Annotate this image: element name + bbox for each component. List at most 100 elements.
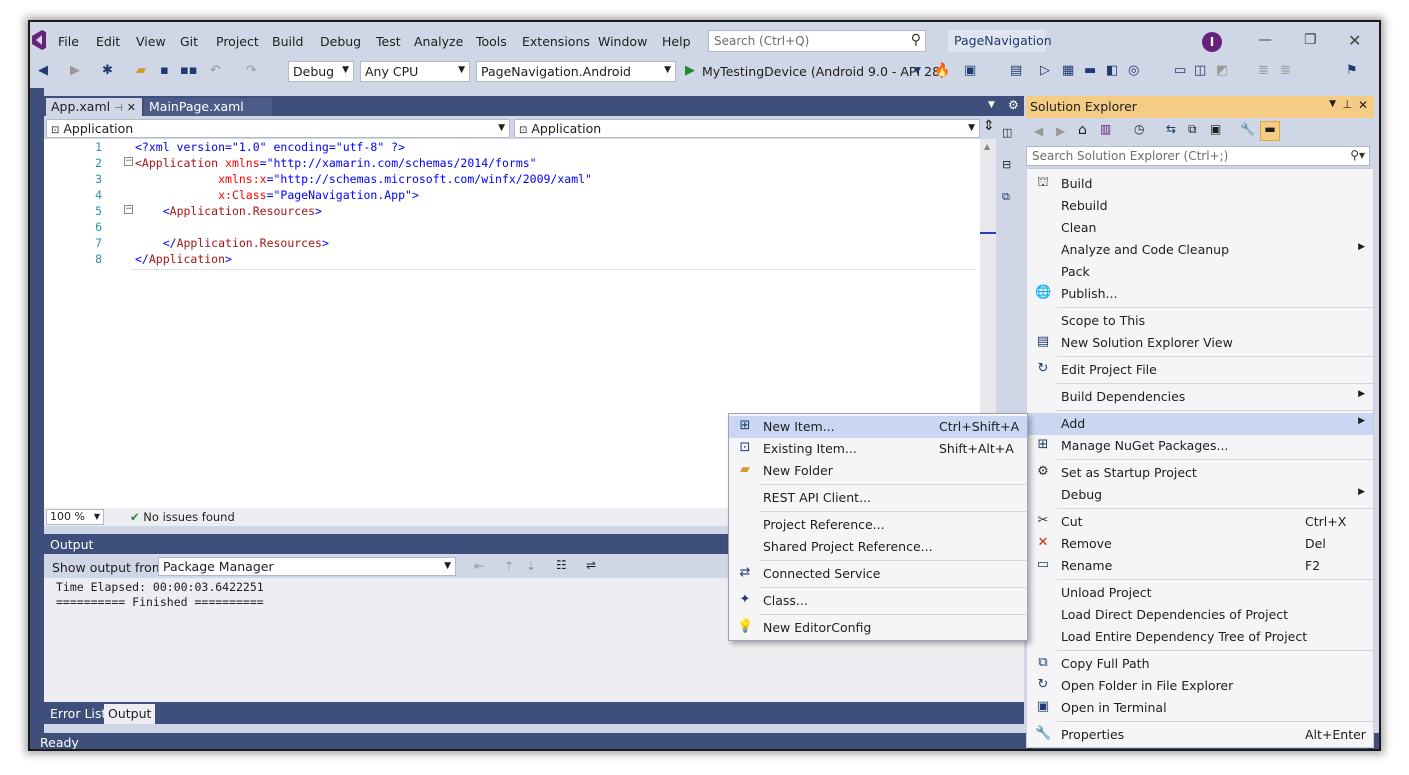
back-icon[interactable]: ◀ (1034, 124, 1043, 138)
context-menu-item-cut[interactable]: ✂ Cut Ctrl+X (1027, 511, 1373, 533)
clear-all-icon[interactable]: ☷ (556, 558, 567, 572)
tab-error-list[interactable]: Error List (46, 704, 110, 724)
tab-app-xaml[interactable]: App.xaml ⊣ ✕ (46, 98, 142, 116)
scroll-up-icon[interactable]: ▲ (984, 142, 990, 151)
context-menu-item-build[interactable]: ⛫ Build (1027, 173, 1373, 195)
sync-icon[interactable]: ⇆ (1166, 122, 1176, 136)
context-menu-item-copy-full-path[interactable]: ⧉ Copy Full Path (1027, 653, 1373, 675)
forward-icon[interactable]: ▶ (1056, 124, 1065, 138)
menu-edit[interactable]: Edit (96, 34, 120, 49)
close-icon[interactable]: ✕ (127, 101, 136, 114)
toolbar-icon-6[interactable]: ◎ (1128, 63, 1139, 78)
word-wrap-icon[interactable]: ⇌ (586, 558, 596, 572)
context-menu-item-add[interactable]: Add ▶ (1027, 413, 1373, 435)
context-menu-item-manage-nuget-packages[interactable]: ⊞ Manage NuGet Packages... (1027, 435, 1373, 457)
tab-list-dropdown-icon[interactable]: ▼ (988, 100, 995, 110)
forward-icon[interactable]: ▶ (70, 63, 80, 78)
pending-changes-icon[interactable]: ◷ (1134, 122, 1144, 136)
menu-file[interactable]: File (58, 34, 79, 49)
context-menu-item-edit-project-file[interactable]: ↻ Edit Project File (1027, 359, 1373, 381)
home-icon[interactable]: ⌂ (1078, 122, 1087, 138)
play-icon[interactable]: ▶ (685, 63, 695, 78)
live-share-icon[interactable]: ⚑ (1346, 63, 1358, 78)
collapse-icon[interactable]: − (124, 205, 133, 214)
save-all-icon[interactable]: ▪▪ (180, 63, 198, 78)
add-submenu-item-project-reference[interactable]: Project Reference... (729, 514, 1027, 536)
find-message-icon[interactable]: ⇤ (474, 559, 484, 573)
split-icon[interactable]: ⇕ (983, 118, 995, 134)
menu-extensions[interactable]: Extensions (522, 34, 590, 49)
undo-icon[interactable]: ↶ (210, 63, 221, 78)
platform-dropdown[interactable]: Any CPU ▼ (360, 61, 470, 82)
toolbar-icon-1[interactable]: ▣ (964, 63, 976, 78)
context-menu-item-open-folder-in-file-explorer[interactable]: ↻ Open Folder in File Explorer (1027, 675, 1373, 697)
menu-debug[interactable]: Debug (320, 34, 361, 49)
context-menu-item-pack[interactable]: Pack (1027, 261, 1373, 283)
context-menu-item-set-as-startup-project[interactable]: ⚙ Set as Startup Project (1027, 462, 1373, 484)
add-submenu-item-connected-service[interactable]: ⇄ Connected Service (729, 563, 1027, 585)
pin-icon[interactable]: ⊣ (114, 103, 123, 114)
member-dropdown[interactable]: ⊡ Application ▼ (514, 119, 980, 138)
collapse-icon[interactable]: − (124, 157, 133, 166)
toolbar-icon-2[interactable]: ▤ (1010, 63, 1022, 78)
run-target-button[interactable]: MyTestingDevice (Android 9.0 - API 28) (702, 64, 945, 79)
context-menu-item-rename[interactable]: ▭ Rename F2 (1027, 555, 1373, 577)
avatar[interactable]: I (1202, 32, 1222, 52)
side-tool-strip[interactable] (30, 88, 44, 738)
toolbar-icon-4[interactable]: ▦ (1062, 63, 1074, 78)
menu-git[interactable]: Git (180, 34, 198, 49)
menu-view[interactable]: View (136, 34, 166, 49)
open-folder-icon[interactable]: ▰ (136, 63, 146, 78)
toolbar-icon-3[interactable]: ▷ (1040, 63, 1050, 78)
type-dropdown[interactable]: ⊡ Application ▼ (46, 119, 510, 138)
context-menu-item-debug[interactable]: Debug ▶ (1027, 484, 1373, 506)
collapse-all-icon[interactable]: ⧉ (1188, 122, 1197, 137)
tab-mainpage-xaml[interactable]: MainPage.xaml (144, 98, 272, 116)
add-submenu-item-rest-api-client[interactable]: REST API Client... (729, 487, 1027, 509)
preview-icon[interactable]: ⊟ (1002, 158, 1011, 171)
terminal-icon[interactable]: ▬ (1084, 63, 1096, 78)
context-menu-item-publish[interactable]: 🌐 Publish... (1027, 283, 1373, 305)
add-submenu-item-existing-item[interactable]: ⊡ Existing Item... Shift+Alt+A (729, 438, 1027, 460)
add-submenu-item-new-folder[interactable]: ▰ New Folder (729, 460, 1027, 482)
tab-output[interactable]: Output (104, 704, 156, 724)
minimize-icon[interactable]: — (1258, 32, 1272, 48)
pin-icon[interactable]: ⊥ (1342, 98, 1352, 111)
zoom-dropdown[interactable]: 100 % ▼ (46, 509, 104, 525)
toolbar-icon-9[interactable]: ≣ (1258, 63, 1269, 78)
add-submenu-item-new-editorconfig[interactable]: 💡 New EditorConfig (729, 617, 1027, 639)
startup-project-dropdown[interactable]: PageNavigation.Android ▼ (476, 61, 676, 82)
menu-tools[interactable]: Tools (476, 34, 507, 49)
menu-build[interactable]: Build (272, 34, 303, 49)
search-box[interactable]: Search (Ctrl+Q) ⚲ (708, 30, 926, 52)
preview-selected-icon[interactable]: ▬ (1260, 121, 1280, 141)
menu-analyze[interactable]: Analyze (414, 34, 463, 49)
add-submenu-item-class[interactable]: ✦ Class... (729, 590, 1027, 612)
context-menu-item-scope-to-this[interactable]: Scope to This (1027, 310, 1373, 332)
next-message-icon[interactable]: ⇣ (526, 559, 536, 573)
close-icon[interactable]: ✕ (1348, 31, 1361, 50)
back-icon[interactable]: ◀ (38, 63, 48, 78)
new-project-icon[interactable]: ✱ (102, 63, 113, 78)
toolbar-icon-8[interactable]: ◩ (1216, 63, 1228, 78)
context-menu-item-load-entire-dependency-tree-of-project[interactable]: Load Entire Dependency Tree of Project (1027, 626, 1373, 648)
maximize-icon[interactable]: ❐ (1304, 32, 1317, 48)
previous-message-icon[interactable]: ⇡ (504, 559, 514, 573)
solution-search-input[interactable]: Search Solution Explorer (Ctrl+;) ⚲▾ (1026, 146, 1370, 166)
toolbar-icon-10[interactable]: ≣ (1280, 63, 1291, 78)
close-icon[interactable]: ✕ (1358, 98, 1368, 112)
menu-window[interactable]: Window (598, 34, 647, 49)
output-source-dropdown[interactable]: Package Manager ▼ (158, 557, 456, 576)
add-submenu-item-new-item[interactable]: ⊞ New Item... Ctrl+Shift+A (729, 416, 1027, 438)
wrench-icon[interactable]: 🔧 (1240, 122, 1255, 136)
context-menu-item-rebuild[interactable]: Rebuild (1027, 195, 1373, 217)
menu-help[interactable]: Help (662, 34, 691, 49)
toolbar-icon-5[interactable]: ◧ (1106, 63, 1118, 78)
context-menu-item-open-in-terminal[interactable]: ▣ Open in Terminal (1027, 697, 1373, 719)
context-menu-item-analyze-and-code-cleanup[interactable]: Analyze and Code Cleanup ▶ (1027, 239, 1373, 261)
chevron-down-icon[interactable]: ▼ (1329, 99, 1336, 109)
device-icon[interactable]: ▭ (1174, 63, 1186, 78)
popout-icon[interactable]: ⧉ (1002, 190, 1010, 204)
issues-indicator[interactable]: ✔ No issues found (130, 510, 235, 524)
switch-views-icon[interactable]: ▥ (1100, 122, 1111, 136)
